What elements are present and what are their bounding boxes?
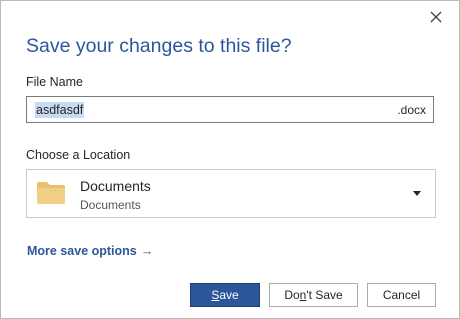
location-path: Documents: [80, 198, 141, 212]
folder-icon: [37, 182, 65, 204]
dialog-title: Save your changes to this file?: [26, 35, 292, 57]
close-icon: [430, 11, 442, 23]
location-label: Choose a Location: [26, 148, 131, 162]
save-changes-dialog: Save your changes to this file? File Nam…: [0, 0, 460, 319]
save-label-post: ave: [219, 288, 239, 302]
chevron-down-icon: [413, 191, 421, 196]
close-button[interactable]: [425, 7, 447, 27]
dont-save-label-pre: Do: [284, 288, 300, 302]
file-name-field[interactable]: asdfasdf .docx: [26, 96, 434, 123]
more-save-options-link[interactable]: More save options →: [27, 244, 153, 258]
dont-save-button[interactable]: Do n't Save: [269, 283, 358, 307]
cancel-button[interactable]: Cancel: [367, 283, 436, 307]
save-button[interactable]: Save: [190, 283, 260, 307]
arrow-right-icon: →: [140, 244, 154, 258]
file-name-input[interactable]: asdfasdf: [35, 102, 85, 118]
save-label-accel: S: [211, 288, 220, 302]
location-name: Documents: [80, 178, 151, 194]
more-save-options-label: More save options: [27, 244, 137, 258]
file-name-label: File Name: [26, 75, 83, 89]
dont-save-label-accel: n: [299, 288, 307, 302]
dont-save-label-post: 't Save: [306, 288, 343, 302]
location-dropdown[interactable]: Documents Documents: [26, 169, 436, 218]
file-extension: .docx: [397, 103, 426, 117]
